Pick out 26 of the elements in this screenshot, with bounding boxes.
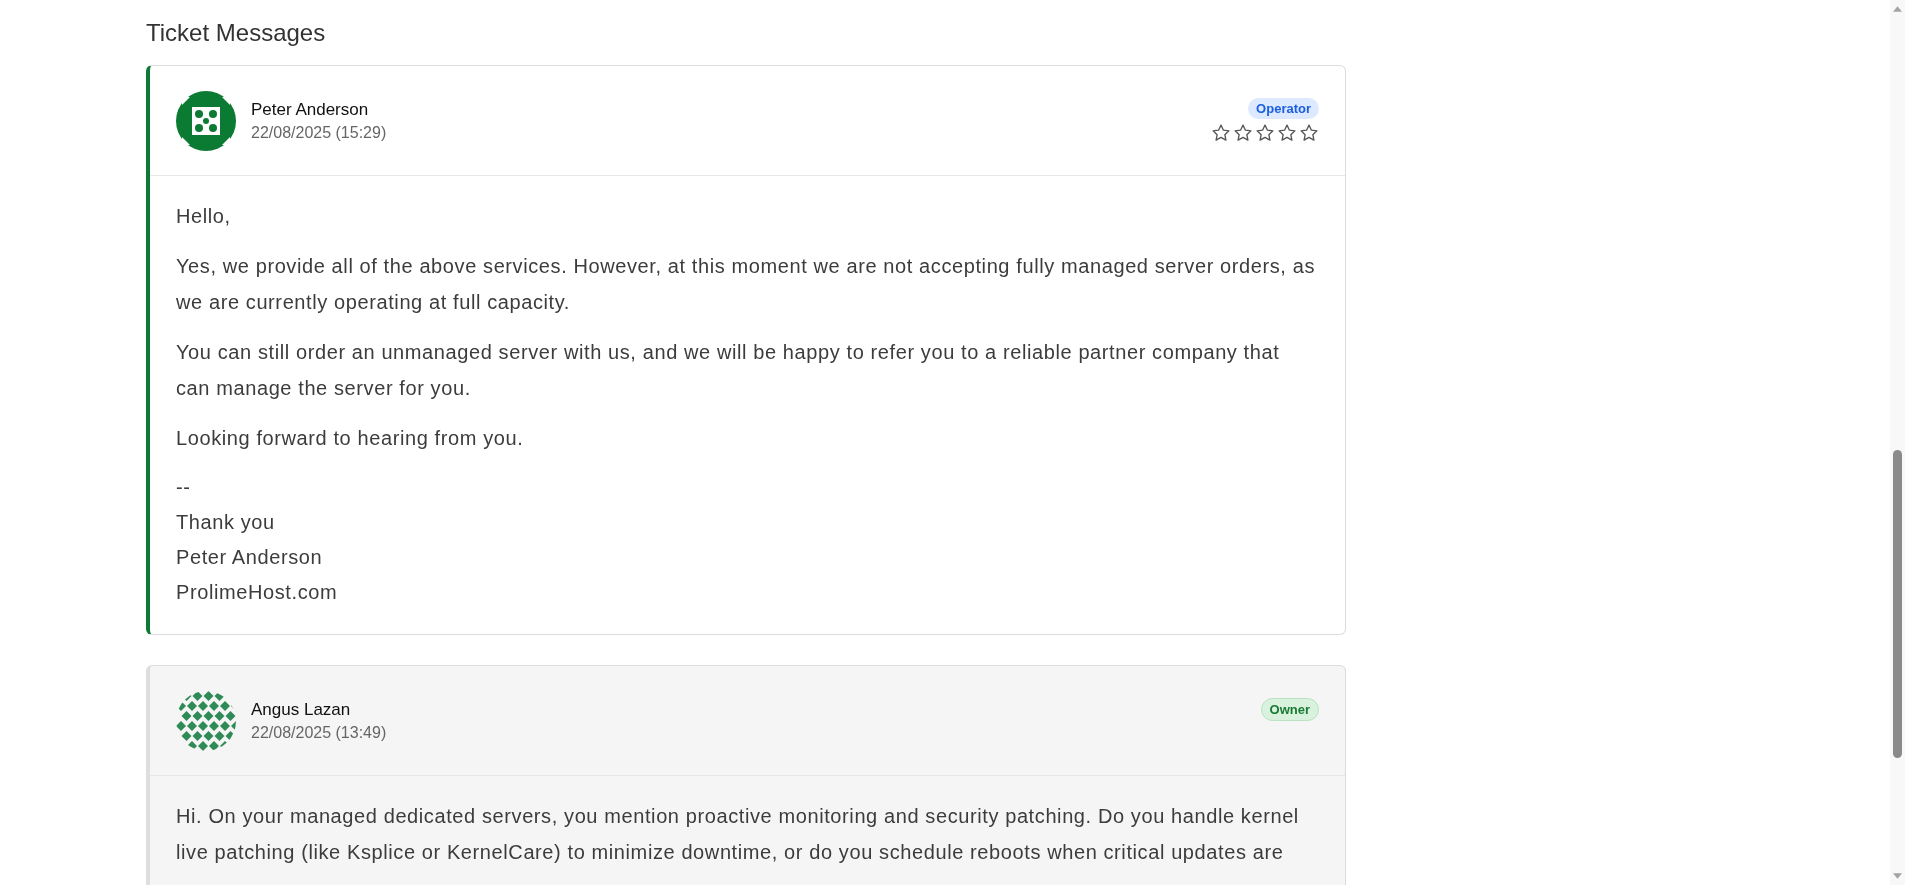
author-name: Peter Anderson	[251, 99, 370, 120]
star-rating[interactable]	[1211, 123, 1319, 143]
message-timestamp: 22/08/2025 (13:49)	[251, 723, 387, 742]
message-timestamp: 22/08/2025 (15:29)	[251, 123, 387, 142]
signature-line: Peter Anderson	[176, 545, 324, 570]
signature-line: ProlimeHost.com	[176, 580, 339, 605]
star-icon[interactable]	[1299, 123, 1319, 143]
star-icon[interactable]	[1277, 123, 1297, 143]
message-paragraph: Looking forward to hearing from you.	[176, 426, 525, 451]
signature-line: --	[176, 475, 192, 500]
message-paragraph: Hi. On your managed dedicated servers, you mention proactive monitoring and security patching. Do you handle kernel live patching (like Ksplice or KernelCare) to minimize downtime, or do you schedule reboots when critical updates are	[176, 804, 1300, 865]
star-icon[interactable]	[1233, 123, 1253, 143]
role-badge: Owner	[1260, 698, 1319, 721]
role-badge: Operator	[1248, 98, 1319, 119]
author-name: Angus Lazan	[251, 699, 352, 720]
avatar-icon	[176, 90, 236, 151]
message-paragraph: You can still order an unmanaged server with us, and we will be happy to refer you to a reliable partner company that can manage the server for you.	[176, 340, 1281, 401]
scrollbar-thumb[interactable]	[1893, 450, 1902, 758]
message-paragraph: Yes, we provide all of the above services. However, at this moment we are not accepting fully managed server orders, as we are currently operating at full capacity.	[176, 254, 1316, 315]
message-paragraph: Hello,	[176, 204, 232, 229]
section-title: Ticket Messages	[146, 18, 327, 48]
signature-line: Thank you	[176, 510, 276, 535]
star-icon[interactable]	[1211, 123, 1231, 143]
avatar-icon	[176, 690, 236, 751]
scrollbar[interactable]	[1890, 0, 1905, 885]
star-icon[interactable]	[1255, 123, 1275, 143]
